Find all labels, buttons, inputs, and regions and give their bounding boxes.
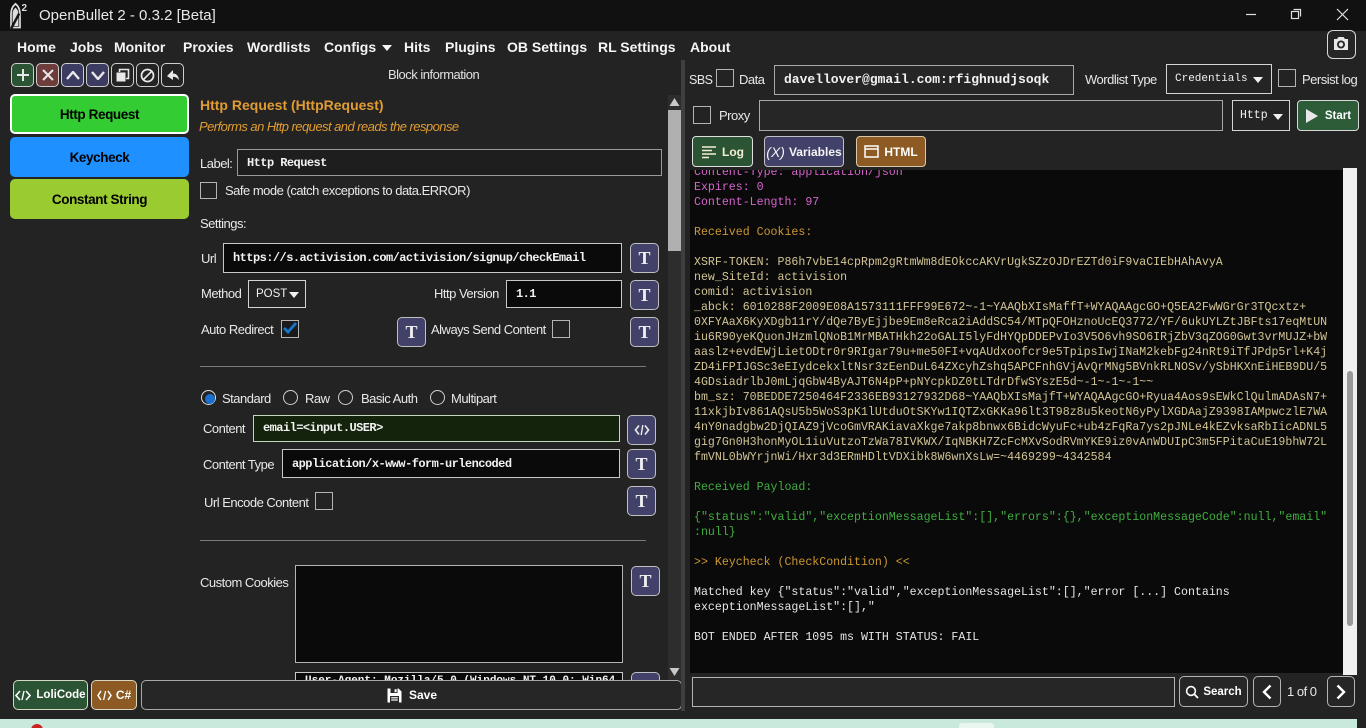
svg-text:2: 2 bbox=[22, 3, 28, 14]
